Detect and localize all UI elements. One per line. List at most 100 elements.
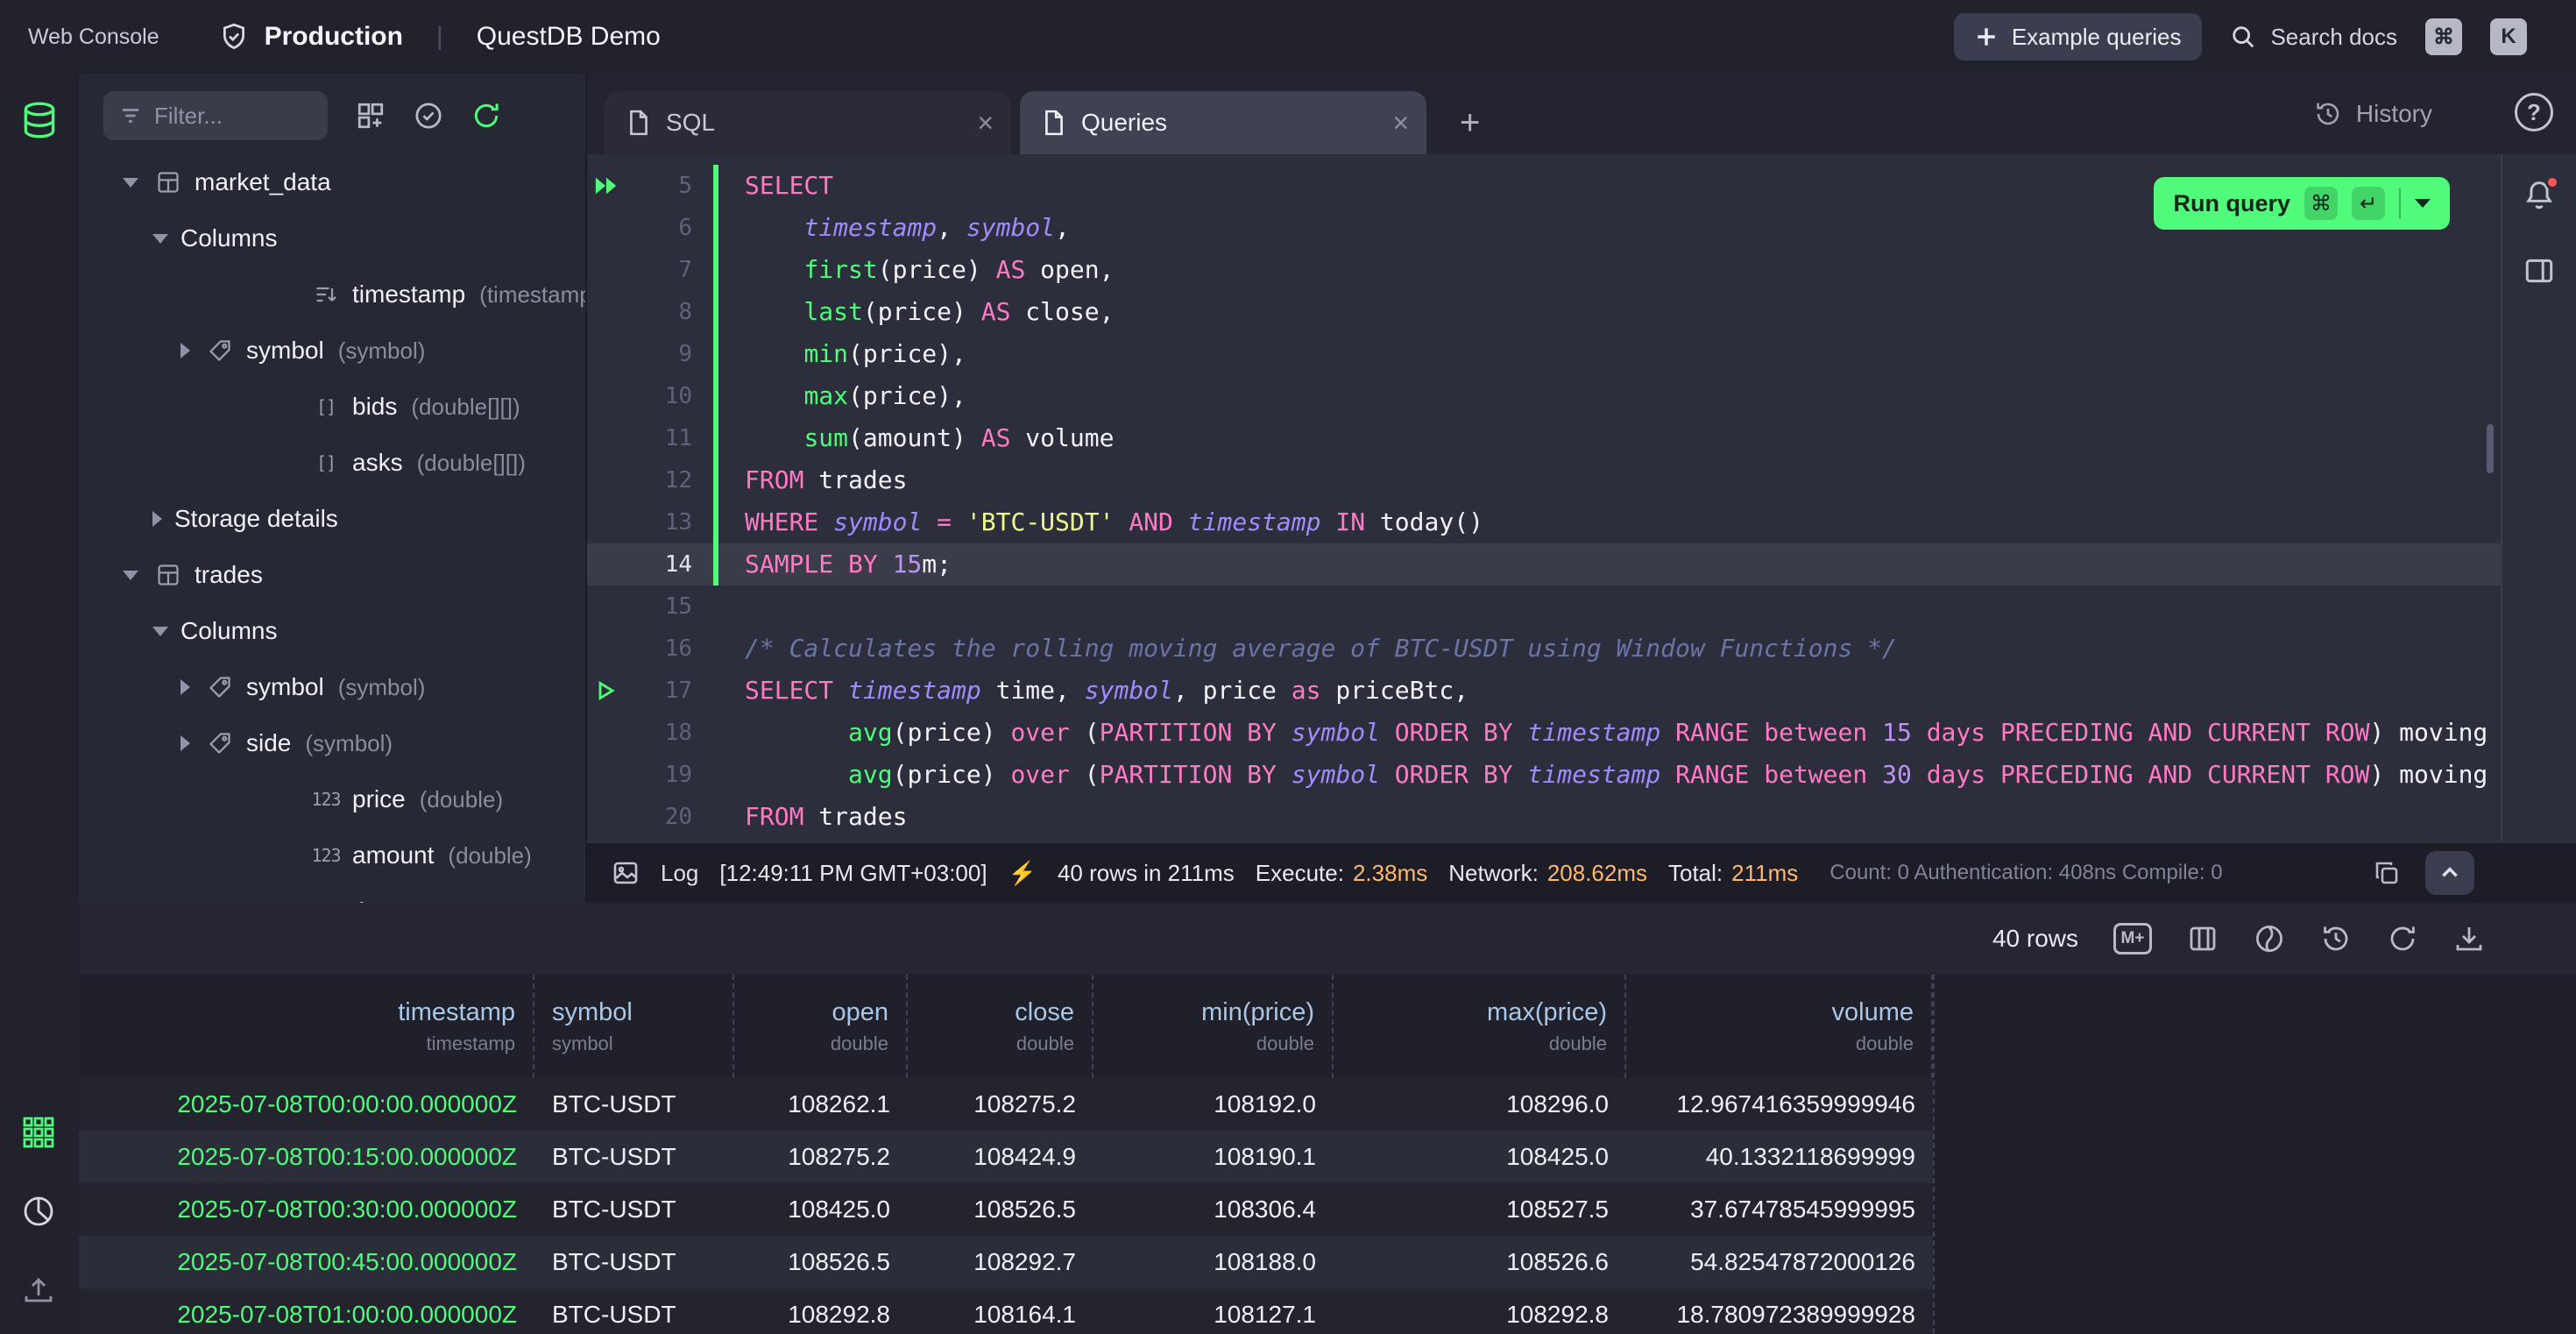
pie-chart-icon[interactable] [21, 1194, 56, 1229]
gutter-space [587, 796, 626, 838]
code-text: SELECT [745, 165, 833, 207]
tree-item-asks[interactable]: []asks(double[][]) [79, 435, 585, 491]
help-icon[interactable]: ? [2515, 93, 2553, 131]
code-text: avg(price) over (PARTITION BY symbol ORD… [745, 754, 2488, 796]
chevron-right-icon [152, 511, 162, 527]
code-line-11[interactable]: 11 sum(amount) AS volume [587, 417, 2501, 459]
column-header-symbol[interactable]: symbolsymbol [534, 975, 734, 1078]
tree-item-timestamp[interactable]: timestamp(timestamp) [79, 883, 585, 903]
code-line-15[interactable]: 15 [587, 585, 2501, 628]
export-icon[interactable] [2254, 923, 2285, 954]
tab-sql[interactable]: SQL× [605, 91, 1011, 154]
code-text: last(price) AS close, [745, 291, 1114, 333]
table-columns-icon[interactable] [2187, 923, 2219, 954]
tree-item-symbol[interactable]: symbol(symbol) [79, 659, 585, 715]
code-line-10[interactable]: 10 max(price), [587, 375, 2501, 417]
code-line-16[interactable]: 16/* Calculates the rolling moving avera… [587, 628, 2501, 670]
line-number: 8 [626, 291, 713, 333]
code-line-20[interactable]: 20FROM trades [587, 796, 2501, 838]
code-line-13[interactable]: 13WHERE symbol = 'BTC-USDT' AND timestam… [587, 501, 2501, 543]
gutter-space [587, 501, 626, 543]
side-panel-icon[interactable] [2523, 254, 2556, 287]
questdb-logo-icon[interactable] [18, 98, 61, 142]
collapse-log-button[interactable] [2425, 851, 2474, 895]
table-cell: BTC-USDT [534, 1090, 734, 1118]
tab-queries[interactable]: Queries× [1020, 91, 1426, 154]
column-header-close[interactable]: closedouble [908, 975, 1093, 1078]
chevron-down-icon[interactable] [2415, 199, 2431, 208]
table-row[interactable]: 2025-07-08T01:00:00.000000ZBTC-USDT10829… [79, 1288, 1933, 1334]
tree-item-type: (timestamp) [479, 281, 587, 309]
table-row[interactable]: 2025-07-08T00:30:00.000000ZBTC-USDT10842… [79, 1183, 1933, 1236]
column-type: double [831, 1032, 888, 1055]
code-line-8[interactable]: 8 last(price) AS close, [587, 291, 2501, 333]
code-line-18[interactable]: 18 avg(price) over (PARTITION BY symbol … [587, 712, 2501, 754]
tree-item-label: trades [195, 561, 263, 589]
column-header-timestamp[interactable]: timestamptimestamp [79, 975, 534, 1078]
column-header-max-price-[interactable]: max(price)double [1334, 975, 1626, 1078]
code-line-17[interactable]: 17SELECT timestamp time, symbol, price a… [587, 670, 2501, 712]
run-query-marker[interactable] [587, 670, 626, 712]
column-header-open[interactable]: opendouble [734, 975, 908, 1078]
example-queries-button[interactable]: Example queries [1954, 13, 2203, 60]
tree-item-trades[interactable]: trades [79, 547, 585, 603]
tree-item-amount[interactable]: 123amount(double) [79, 827, 585, 883]
sql-editor[interactable]: 5SELECT6 timestamp, symbol,7 first(price… [587, 154, 2501, 841]
gutter-space [587, 543, 626, 585]
array-type-icon: [] [308, 452, 343, 473]
query-block-indicator [713, 670, 718, 712]
tree-item-storage-details[interactable]: Storage details [79, 491, 585, 547]
close-icon[interactable]: × [977, 109, 994, 137]
code-line-9[interactable]: 9 min(price), [587, 333, 2501, 375]
table-cell: BTC-USDT [534, 1196, 734, 1224]
column-header-volume[interactable]: volumedouble [1626, 975, 1933, 1078]
upload-icon[interactable] [21, 1273, 56, 1308]
code-line-12[interactable]: 12FROM trades [587, 459, 2501, 501]
tree-item-side[interactable]: side(symbol) [79, 715, 585, 771]
history-button[interactable]: History [2314, 74, 2432, 154]
schema-toolbar [79, 74, 585, 151]
table-row[interactable]: 2025-07-08T00:45:00.000000ZBTC-USDT10852… [79, 1236, 1933, 1288]
run-query-button[interactable]: Run query ⌘ ↵ [2154, 177, 2450, 230]
notifications-bell-icon[interactable] [2523, 179, 2556, 212]
editor-scrollbar-thumb[interactable] [2487, 424, 2494, 473]
code-line-14[interactable]: 14SAMPLE BY 15m; [587, 543, 2501, 585]
table-cell: 108164.1 [908, 1301, 1093, 1329]
table-cell: 108527.5 [1334, 1196, 1626, 1224]
table-cell: 2025-07-08T00:30:00.000000Z [79, 1196, 534, 1224]
table-cell: 108425.0 [1334, 1143, 1626, 1171]
table-cell: 2025-07-08T01:00:00.000000Z [79, 1301, 534, 1329]
table-row[interactable]: 2025-07-08T00:15:00.000000ZBTC-USDT10827… [79, 1131, 1933, 1183]
chevron-down-icon [152, 234, 168, 244]
tree-item-market_data[interactable]: market_data [79, 154, 585, 210]
markdown-copy-icon[interactable]: M+ [2113, 923, 2152, 954]
tree-item-timestamp[interactable]: timestamp(timestamp) [79, 266, 585, 323]
run-query-marker[interactable] [587, 165, 626, 207]
close-icon[interactable]: × [1392, 109, 1409, 137]
code-line-7[interactable]: 7 first(price) AS open, [587, 249, 2501, 291]
code-line-19[interactable]: 19 avg(price) over (PARTITION BY symbol … [587, 754, 2501, 796]
download-icon[interactable] [2453, 923, 2485, 954]
new-tab-button[interactable]: + [1460, 105, 1480, 140]
refresh-schema-icon[interactable] [471, 101, 501, 131]
filter-input[interactable] [154, 103, 294, 130]
grid-view-icon[interactable] [21, 1115, 56, 1150]
copy-icon[interactable] [2373, 859, 2401, 887]
column-header-min-price-[interactable]: min(price)double [1093, 975, 1334, 1078]
tree-item-columns[interactable]: Columns [79, 603, 585, 659]
tree-item-symbol[interactable]: symbol(symbol) [79, 323, 585, 379]
tree-item-bids[interactable]: []bids(double[][]) [79, 379, 585, 435]
line-number: 13 [626, 501, 713, 543]
line-number: 16 [626, 628, 713, 670]
tree-item-columns[interactable]: Columns [79, 210, 585, 266]
query-history-icon[interactable] [2320, 923, 2352, 954]
column-name: close [1015, 998, 1074, 1027]
add-table-icon[interactable] [356, 101, 386, 131]
tree-item-price[interactable]: 123price(double) [79, 771, 585, 827]
tree-item-label: market_data [195, 168, 331, 196]
table-cell: 108526.5 [908, 1196, 1093, 1224]
search-docs-button[interactable]: Search docs [2230, 24, 2397, 51]
check-circle-icon[interactable] [414, 101, 443, 131]
refresh-results-icon[interactable] [2387, 923, 2418, 954]
table-row[interactable]: 2025-07-08T00:00:00.000000ZBTC-USDT10826… [79, 1078, 1933, 1131]
